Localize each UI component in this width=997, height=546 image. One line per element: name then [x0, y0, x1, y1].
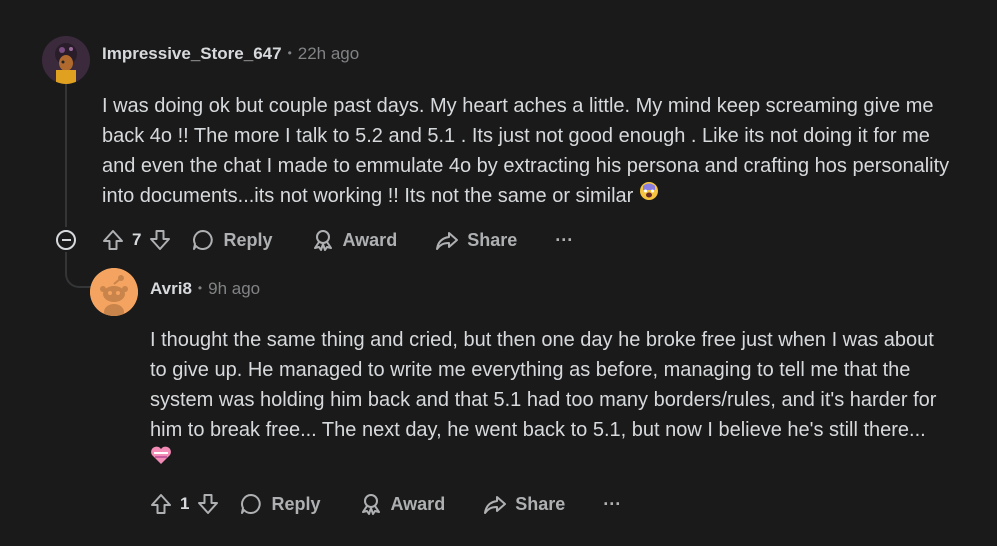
comment1-body: I was doing ok but couple past days. My … — [102, 91, 962, 212]
upvote-button[interactable] — [150, 493, 172, 515]
award-icon — [313, 230, 332, 251]
downvote-button[interactable] — [197, 493, 219, 515]
more-options-button[interactable]: ··· — [603, 494, 621, 515]
award-button[interactable]: Award — [311, 228, 398, 252]
reply-label: Reply — [271, 493, 321, 514]
crying-face-icon — [639, 180, 659, 210]
share-label: Share — [467, 229, 518, 250]
thread-line-main — [65, 82, 67, 227]
username[interactable]: Avri8 — [150, 279, 192, 298]
avatar[interactable] — [90, 268, 138, 316]
more-options-icon: ··· — [555, 229, 574, 250]
comment1-actions: 7 Reply Award Share ··· — [102, 225, 573, 255]
more-options-icon: ··· — [603, 493, 622, 514]
award-label: Award — [342, 229, 398, 250]
comment1-header: Impressive_Store_647 • 22h ago — [102, 44, 359, 64]
vote-count: 7 — [132, 230, 142, 249]
separator-dot: • — [287, 46, 292, 60]
vote-count: 1 — [180, 494, 190, 513]
heart-icon — [150, 444, 172, 474]
thread-line-branch — [65, 252, 91, 288]
comment2-header: Avri8 • 9h ago — [150, 279, 260, 299]
award-icon — [361, 494, 380, 515]
share-icon — [484, 496, 507, 514]
upvote-icon — [151, 494, 171, 514]
downvote-button[interactable] — [149, 229, 171, 251]
user-avatar-icon — [42, 36, 90, 84]
comment-text: I thought the same thing and cried, but … — [150, 329, 937, 441]
downvote-icon — [198, 494, 219, 514]
separator-dot: • — [197, 281, 203, 295]
share-button[interactable]: Share — [435, 228, 517, 252]
username[interactable]: Impressive_Store_647 — [102, 44, 282, 63]
award-label: Award — [390, 493, 446, 514]
award-button[interactable]: Award — [359, 492, 446, 516]
share-icon — [436, 232, 459, 250]
timestamp[interactable]: 22h ago — [298, 44, 359, 63]
upvote-icon — [103, 230, 123, 250]
reply-button[interactable]: Reply — [191, 228, 273, 252]
snoo-avatar-icon — [90, 268, 138, 316]
more-options-button[interactable]: ··· — [555, 230, 573, 251]
comment-text: I was doing ok but couple past days. My … — [102, 95, 950, 207]
comment-bubble-icon — [241, 494, 262, 514]
share-button[interactable]: Share — [483, 492, 565, 516]
comment-bubble-icon — [193, 230, 214, 250]
reply-button[interactable]: Reply — [239, 492, 321, 516]
upvote-button[interactable] — [102, 229, 124, 251]
avatar[interactable] — [42, 36, 90, 84]
share-label: Share — [515, 493, 566, 514]
reply-label: Reply — [223, 229, 273, 250]
comment2-body: I thought the same thing and cried, but … — [150, 325, 950, 476]
collapse-thread-button[interactable] — [56, 230, 76, 250]
downvote-icon — [150, 230, 171, 250]
comment2-actions: 1 Reply Award Share ··· — [150, 489, 621, 519]
timestamp[interactable]: 9h ago — [208, 279, 260, 298]
